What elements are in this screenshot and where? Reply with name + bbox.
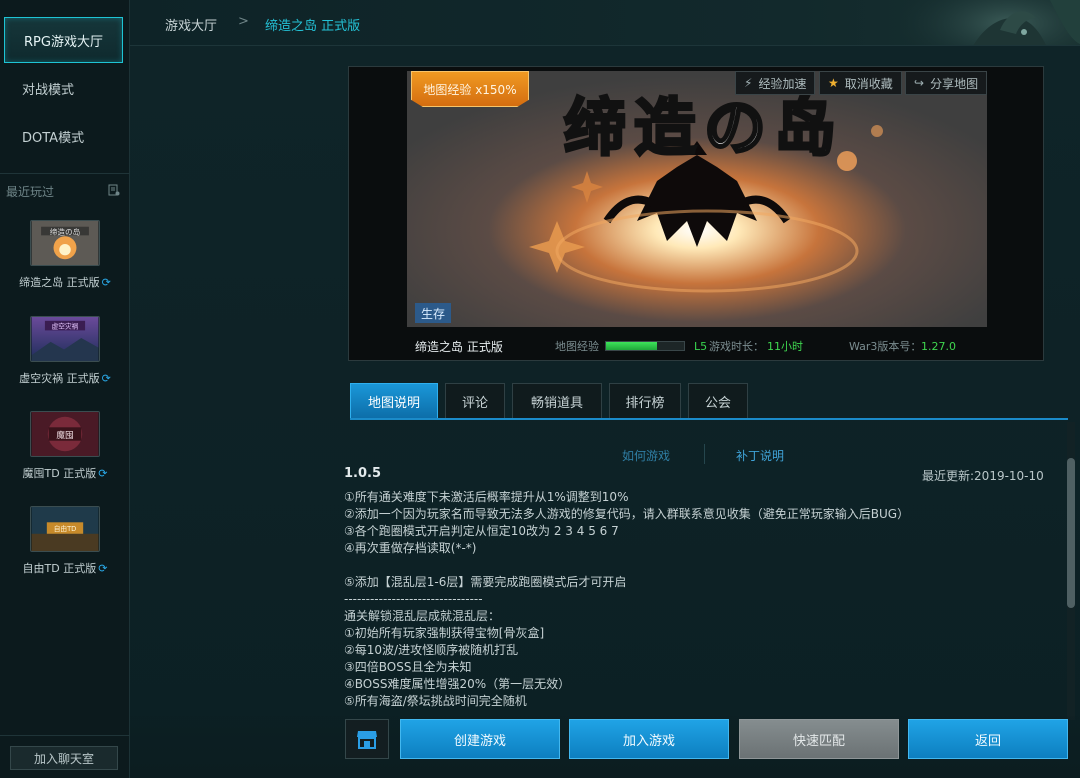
- patch-note-line: ①初始所有玩家强制获得宝物[骨灰盒]: [344, 626, 545, 640]
- patch-note-line: ④BOSS难度属性增强20%（第一层无效）: [344, 677, 571, 691]
- map-art-title: 缔造の岛: [562, 91, 844, 164]
- share-icon: ↪: [914, 76, 925, 90]
- header-character-art: [900, 0, 1080, 45]
- sync-icon: ⟳: [101, 276, 111, 289]
- war3-version-label: War3版本号：: [849, 340, 922, 353]
- recent-game-item[interactable]: 缔造の岛 缔造之岛 正式版 ⟳: [0, 220, 130, 290]
- header-bar: 游戏大厅 > 缔造之岛 正式版: [130, 0, 1080, 46]
- map-banner: 缔造の岛 地图经验 x150% ⚡ 经验加速 ★ 取消收藏 ↪ 分享地图 生存 …: [348, 66, 1044, 361]
- sync-icon: ⟳: [101, 372, 111, 385]
- quick-match-button[interactable]: 快速匹配: [739, 719, 899, 759]
- star-icon: ★: [828, 76, 839, 90]
- tab-guild[interactable]: 公会: [688, 383, 748, 419]
- play-time-value: 11小时: [767, 340, 803, 353]
- tabs-underline: [350, 418, 1068, 420]
- recent-game-name: 魔囤TD 正式版: [22, 467, 97, 480]
- map-name: 缔造之岛 正式版: [415, 339, 503, 354]
- tab-leaderboard[interactable]: 排行榜: [609, 383, 681, 419]
- clear-history-icon[interactable]: [108, 184, 120, 196]
- patch-notes-text: ①所有通关难度下未激活后概率提升从1%调整到10% ②添加一个因为玩家名而导致无法…: [344, 489, 1064, 716]
- recent-game-thumbnail: 自由TD: [30, 506, 100, 552]
- patch-note-line: ②添加一个因为玩家名而导致无法多人游戏的修复代码，请入群联系意见收集（避免正常玩…: [344, 507, 910, 521]
- map-info-bar: 缔造之岛 正式版 地图经验 L5 游戏时长： 11小时 War3版本号： 1.2…: [349, 331, 1043, 361]
- mode-rpg-lobby[interactable]: RPG游戏大厅: [4, 17, 123, 63]
- recent-played-label: 最近玩过: [6, 185, 55, 199]
- map-level: L5: [694, 339, 708, 353]
- map-exp-label: 地图经验: [555, 340, 599, 353]
- back-button[interactable]: 返回: [908, 719, 1068, 759]
- main-content: 缔造の岛 地图经验 x150% ⚡ 经验加速 ★ 取消收藏 ↪ 分享地图 生存 …: [130, 46, 1080, 778]
- lightning-icon: ⚡: [744, 76, 753, 90]
- sidebar: RPG游戏大厅 对战模式 DOTA模式 最近玩过 缔造の岛 缔造之岛 正式版⟳: [0, 0, 130, 778]
- sidebar-divider: [0, 173, 130, 174]
- create-game-button[interactable]: 创建游戏: [400, 719, 560, 759]
- share-map-label: 分享地图: [930, 76, 979, 91]
- recent-game-thumbnail: 虚空灾祸: [30, 316, 100, 362]
- map-exp-progress-fill: [606, 342, 657, 350]
- genre-tag: 生存: [415, 303, 451, 323]
- tab-best-selling-items[interactable]: 畅销道具: [512, 383, 602, 419]
- mode-versus[interactable]: 对战模式: [4, 65, 124, 111]
- description-scrollbar[interactable]: [1067, 422, 1075, 720]
- recent-game-thumbnail: 魔囤: [30, 411, 100, 457]
- patch-notes-link[interactable]: 补丁说明: [736, 447, 784, 464]
- exp-boost-button[interactable]: ⚡ 经验加速: [735, 71, 816, 95]
- recent-game-thumbnail: 缔造の岛: [30, 220, 100, 266]
- share-map-button[interactable]: ↪ 分享地图: [905, 71, 988, 95]
- svg-text:自由TD: 自由TD: [54, 524, 77, 533]
- mode-versus-label: 对战模式: [22, 82, 75, 98]
- join-chatroom-button[interactable]: 加入聊天室: [10, 746, 118, 770]
- svg-text:缔造の岛: 缔造の岛: [50, 226, 81, 236]
- map-exp-progress: [605, 341, 685, 351]
- store-button[interactable]: [345, 719, 389, 759]
- patch-note-line: --------------------------------: [344, 592, 483, 606]
- sublink-divider: [704, 444, 705, 464]
- recent-game-name: 缔造之岛 正式版: [19, 276, 100, 289]
- patch-note-line: ⑤添加【混乱层1-6层】需要完成跑圈模式后才可开启: [344, 575, 627, 589]
- patch-note-line: ②每10波/进攻怪顺序被随机打乱: [344, 643, 519, 657]
- sync-icon: ⟳: [98, 467, 108, 480]
- patch-note-line: ④再次重做存档读取(*-*): [344, 541, 477, 555]
- map-version: 1.0.5: [344, 466, 382, 481]
- breadcrumb-current: 缔造之岛 正式版: [265, 19, 361, 34]
- mode-rpg-lobby-label: RPG游戏大厅: [24, 34, 103, 50]
- patch-note-line: ③各个跑圈模式开启判定从恒定10改为 2 3 4 5 6 7: [344, 524, 619, 538]
- recent-game-item[interactable]: 自由TD 自由TD 正式版 ⟳: [0, 506, 130, 576]
- sync-icon: ⟳: [98, 562, 108, 575]
- recent-game-name: 自由TD 正式版: [22, 562, 97, 575]
- patch-note-line: ③四倍BOSS且全为未知: [344, 660, 472, 674]
- join-game-button[interactable]: 加入游戏: [569, 719, 729, 759]
- patch-note-line: 通关解锁混乱层成就混乱层：: [344, 609, 501, 623]
- breadcrumb-separator: >: [238, 14, 249, 29]
- svg-text:魔囤: 魔囤: [56, 429, 73, 441]
- tab-map-description[interactable]: 地图说明: [350, 383, 438, 419]
- war3-version-value: 1.27.0: [921, 339, 956, 353]
- exp-boost-label: 经验加速: [758, 76, 807, 91]
- mode-dota[interactable]: DOTA模式: [4, 113, 124, 159]
- patch-note-line: ①所有通关难度下未激活后概率提升从1%调整到10%: [344, 490, 629, 504]
- recent-game-item[interactable]: 魔囤 魔囤TD 正式版 ⟳: [0, 411, 130, 481]
- how-to-play-link[interactable]: 如何游戏: [622, 447, 670, 464]
- patch-note-line: [344, 557, 1064, 574]
- breadcrumb-home[interactable]: 游戏大厅: [165, 15, 217, 34]
- store-icon: [357, 731, 377, 749]
- patch-note-line: ⑤所有海盗/祭坛挑战时间完全随机: [344, 694, 527, 708]
- play-time-label: 游戏时长：: [709, 340, 764, 353]
- exp-bonus-ribbon: 地图经验 x150%: [411, 71, 529, 107]
- last-updated: 最近更新:2019-10-10: [922, 469, 1044, 483]
- recent-game-name: 虚空灾祸 正式版: [19, 372, 100, 385]
- mode-dota-label: DOTA模式: [22, 130, 85, 146]
- scrollbar-thumb[interactable]: [1067, 458, 1075, 608]
- unfavorite-button[interactable]: ★ 取消收藏: [819, 71, 902, 95]
- unfavorite-label: 取消收藏: [844, 76, 893, 91]
- tab-comments[interactable]: 评论: [445, 383, 505, 419]
- recent-game-item[interactable]: 虚空灾祸 虚空灾祸 正式版 ⟳: [0, 316, 130, 386]
- sidebar-divider: [0, 735, 130, 736]
- svg-text:虚空灾祸: 虚空灾祸: [52, 321, 79, 330]
